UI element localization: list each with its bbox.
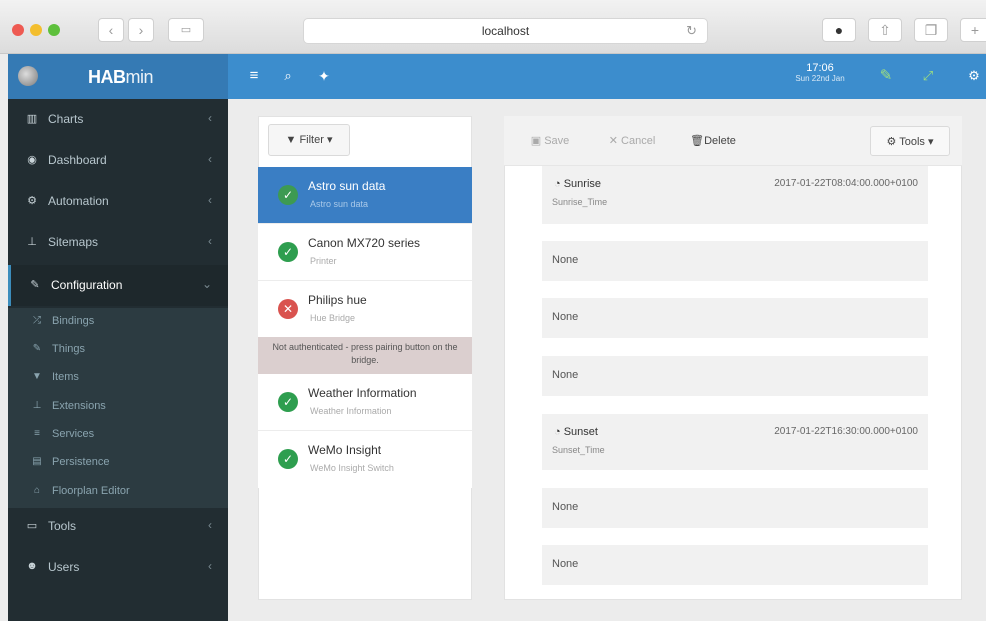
delete-button[interactable]: 🗑Delete [678, 126, 748, 156]
filter-button[interactable]: ▼ Filter ▾ [268, 124, 350, 156]
maximize-window-icon[interactable] [48, 24, 60, 36]
submenu-item-persistence[interactable]: ▤ Persistence [8, 449, 228, 477]
sidebar-item-users[interactable]: ☻ Users ‹ [8, 547, 228, 588]
chevron-left-icon: ‹ [208, 152, 212, 166]
browser-toolbar: ‹ › ▭ localhost ↻ ● ⇧ ❐ + [0, 0, 986, 54]
chevron-down-icon: ⌄ [201, 277, 212, 291]
thing-item-weather-information[interactable]: ✓ Weather Information Weather Informatio… [258, 374, 472, 431]
laptop-icon: ▭ [26, 520, 38, 532]
tools-button[interactable]: ⚙ Tools ▾ [870, 126, 950, 156]
save-button[interactable]: ▣ Save [520, 126, 580, 156]
submenu-item-things[interactable]: ✎ Things [8, 336, 228, 364]
clock: 17:06 Sun 22nd Jan [788, 62, 852, 83]
thing-item-philips-hue[interactable]: ✕ Philips hue Hue Bridge [258, 281, 472, 337]
sidebar: ▥ Charts ‹ ◉ Dashboard ‹ ⚙ Automation ‹ … [8, 99, 228, 621]
submenu-item-extensions[interactable]: ⊥ Extensions [8, 393, 228, 421]
online-check-icon: ✓ [278, 392, 298, 412]
submenu-item-items[interactable]: ▼ Items [8, 364, 228, 392]
dashboard-icon: ◉ [27, 154, 37, 166]
clock-icon: ◔ [554, 178, 564, 190]
settings-icon[interactable]: ⚙ [964, 66, 984, 86]
cogs-icon: ⚙ [27, 195, 37, 207]
address-bar[interactable]: localhost ↻ [303, 18, 708, 44]
thing-item-canon-mx720[interactable]: ✓ Canon MX720 series Printer [258, 224, 472, 281]
minimize-window-icon[interactable] [30, 24, 42, 36]
sidebar-item-sitemaps[interactable]: ⊥ Sitemaps ‹ [8, 222, 228, 263]
new-tab-icon[interactable]: + [960, 18, 986, 42]
server-icon: ≡ [34, 428, 40, 439]
thing-item-wemo-insight[interactable]: ✓ WeMo Insight WeMo Insight Switch [258, 431, 472, 488]
thing-status-warning: Not authenticated - press pairing button… [258, 337, 472, 374]
offline-x-icon: ✕ [278, 299, 298, 319]
url-text: localhost [481, 24, 530, 38]
online-check-icon: ✓ [278, 242, 298, 262]
configuration-submenu: ⤮ Bindings ✎ Things ▼ Items ⊥ Extensions… [8, 308, 228, 508]
add-icon[interactable]: ✦ [314, 66, 334, 86]
sidebar-item-configuration[interactable]: ✎ Configuration ⌄ [8, 265, 228, 306]
avatar[interactable] [18, 66, 38, 86]
random-icon: ⤮ [33, 315, 41, 326]
menu-icon[interactable]: ≡ [244, 66, 264, 86]
gear-icon: ⚙ [886, 136, 900, 148]
online-check-icon: ✓ [278, 185, 298, 205]
share-icon[interactable]: ⇧ [868, 18, 902, 42]
channel-row[interactable]: None [542, 545, 928, 585]
search-icon[interactable]: ⌕ [278, 66, 298, 86]
extension-icon[interactable]: ● [822, 18, 856, 42]
top-navbar: ≡ ⌕ ✦ 17:06 Sun 22nd Jan ✎ ⤢ ⚙ [228, 54, 986, 99]
channel-row[interactable]: None [542, 488, 928, 528]
logo-area: HABmin [8, 54, 228, 99]
clock-icon: ◔ [554, 426, 564, 438]
chevron-left-icon: ‹ [208, 234, 212, 248]
caret-down-icon: ▾ [924, 136, 934, 148]
sidebar-item-dashboard[interactable]: ◉ Dashboard ‹ [8, 140, 228, 181]
forward-icon[interactable]: › [128, 18, 154, 42]
sitemap-icon: ⊥ [27, 236, 37, 248]
filter-icon: ▼ [285, 134, 300, 146]
tabs-icon[interactable]: ❐ [914, 18, 948, 42]
submenu-item-bindings[interactable]: ⤮ Bindings [8, 308, 228, 336]
channel-row-sunset[interactable]: ◔ Sunset Sunset_Time 2017-01-22T16:30:00… [542, 414, 928, 470]
online-check-icon: ✓ [278, 449, 298, 469]
brand-logo[interactable]: HABmin [88, 67, 154, 88]
bar-chart-icon: ▥ [26, 113, 38, 125]
caret-down-icon: ▾ [323, 134, 333, 146]
filter-icon: ▼ [32, 371, 42, 382]
close-window-icon[interactable] [12, 24, 24, 36]
chevron-left-icon: ‹ [208, 111, 212, 125]
sidebar-item-automation[interactable]: ⚙ Automation ‹ [8, 181, 228, 222]
fullscreen-icon[interactable]: ⤢ [918, 66, 938, 86]
channel-row[interactable]: None [542, 298, 928, 338]
channel-row[interactable]: None [542, 241, 928, 281]
users-icon: ☻ [26, 560, 38, 572]
submenu-item-floorplan-editor[interactable]: ⌂ Floorplan Editor [8, 478, 228, 506]
channel-row[interactable]: None [542, 356, 928, 396]
trash-icon: 🗑 [690, 135, 705, 147]
submenu-item-services[interactable]: ≡ Services [8, 421, 228, 449]
chevron-left-icon: ‹ [208, 193, 212, 207]
thing-item-astro-sun-data[interactable]: ✓ Astro sun data Astro sun data [258, 167, 472, 224]
close-icon: ✕ [608, 135, 622, 147]
save-icon: ▣ [530, 135, 545, 147]
clock-date: Sun 22nd Jan [795, 74, 845, 83]
sidebar-toggle-icon[interactable]: ▭ [168, 18, 204, 42]
home-icon: ⌂ [33, 485, 41, 496]
clock-time: 17:06 [806, 62, 834, 74]
back-icon[interactable]: ‹ [98, 18, 124, 42]
chevron-left-icon: ‹ [208, 518, 212, 532]
chevron-left-icon: ‹ [208, 559, 212, 573]
reload-icon[interactable]: ↻ [686, 19, 697, 43]
database-icon: ▤ [32, 456, 42, 467]
plug-status-icon[interactable]: ✎ [876, 66, 896, 86]
channel-row-sunrise[interactable]: ◔ Sunrise Sunrise_Time 2017-01-22T08:04:… [542, 166, 928, 224]
sidebar-item-tools[interactable]: ▭ Tools ‹ [8, 506, 228, 547]
cancel-button[interactable]: ✕ Cancel [596, 126, 668, 156]
puzzle-icon: ⊥ [32, 400, 42, 411]
wrench-icon: ✎ [30, 279, 40, 291]
sidebar-item-charts[interactable]: ▥ Charts ‹ [8, 99, 228, 140]
plug-icon: ✎ [32, 343, 42, 354]
